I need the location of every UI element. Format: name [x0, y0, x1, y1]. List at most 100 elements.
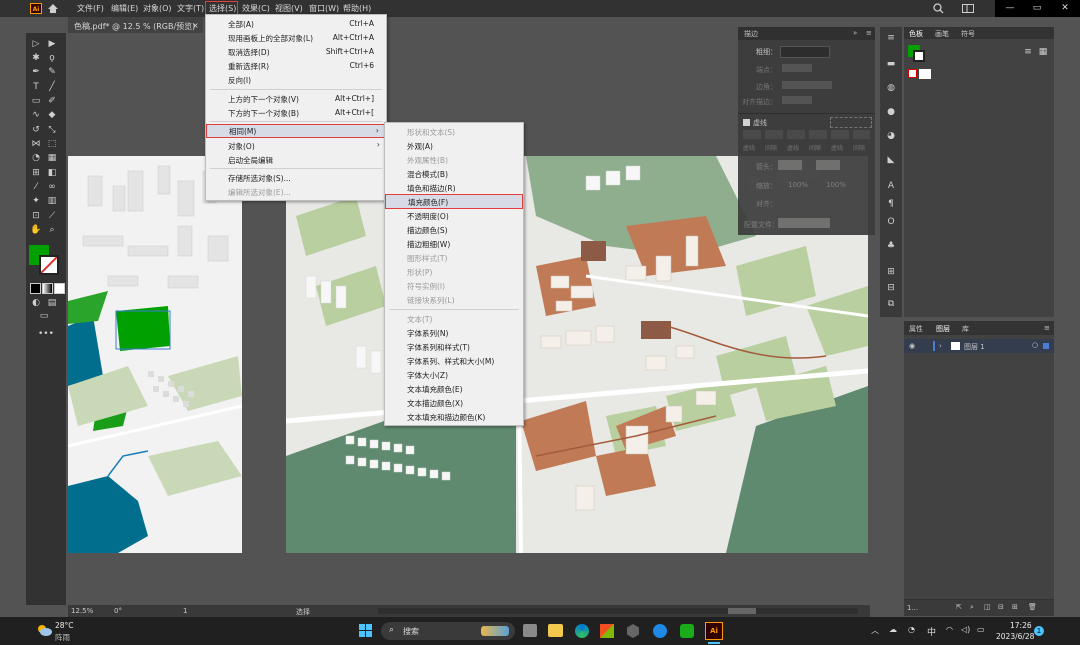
- dash-inputs[interactable]: [743, 130, 870, 140]
- panel-collapse-icon[interactable]: »: [853, 29, 857, 37]
- corner-buttons[interactable]: [782, 81, 832, 89]
- blend-tool-icon[interactable]: ∞: [46, 182, 58, 192]
- submenu-item-font-family-style[interactable]: 字体系列和样式(T): [385, 340, 523, 353]
- menu-file[interactable]: 文件(F): [77, 3, 104, 14]
- width-tool-icon[interactable]: ⋈: [30, 139, 42, 149]
- slice-tool-icon[interactable]: ⟋: [46, 211, 58, 221]
- zoom-level[interactable]: 12.5%: [71, 607, 93, 615]
- paintbrush-icon[interactable]: ✐: [46, 96, 58, 106]
- menu-item-save-selection[interactable]: 存储所选对象(S)...: [206, 171, 386, 184]
- end-arrowhead-select[interactable]: [816, 160, 840, 170]
- submenu-item-text-fill-stroke-color[interactable]: 文本填充和描边颜色(K): [385, 410, 523, 423]
- pen-tool-icon[interactable]: ✒: [30, 67, 42, 77]
- menu-effect[interactable]: 效果(C): [242, 3, 270, 14]
- menu-help[interactable]: 帮助(H): [343, 3, 371, 14]
- submenu-item-font-family[interactable]: 字体系列(N): [385, 326, 523, 339]
- dock-menu-icon[interactable]: ≡: [885, 33, 897, 43]
- search-layer-icon[interactable]: ⌕: [970, 603, 974, 612]
- delete-layer-icon[interactable]: 🗑: [1028, 603, 1037, 611]
- notification-badge[interactable]: 1: [1034, 626, 1044, 636]
- sublayer-icon[interactable]: ⊟: [998, 603, 1004, 611]
- menu-object[interactable]: 对象(O): [143, 3, 172, 14]
- volume-icon[interactable]: ◁): [961, 625, 970, 634]
- swatch-none[interactable]: [908, 69, 917, 78]
- tab-symbols[interactable]: 符号: [961, 29, 975, 39]
- battery-icon[interactable]: ▭: [977, 625, 985, 634]
- menu-item-next-object-below[interactable]: 下方的下一个对象(B) Alt+Ctrl+[: [206, 106, 386, 119]
- menu-item-object[interactable]: 对象(O) ›: [206, 139, 386, 152]
- submenu-item-fill-color[interactable]: 填充颜色(F): [385, 194, 523, 209]
- dash-preset-buttons[interactable]: [830, 117, 872, 128]
- tab-brushes[interactable]: 画笔: [935, 29, 949, 39]
- layers-menu-icon[interactable]: ≡: [1044, 324, 1050, 332]
- minimize-button[interactable]: —: [995, 0, 1025, 17]
- artboard-tool-icon[interactable]: ⊡: [30, 211, 42, 221]
- align-stroke-buttons[interactable]: [782, 96, 812, 104]
- color-icon[interactable]: ●: [885, 107, 897, 117]
- appearance-icon[interactable]: ◍: [885, 83, 897, 93]
- symbols-icon[interactable]: ♣: [885, 241, 897, 251]
- layer-name[interactable]: 图层 1: [964, 342, 985, 352]
- color-mode-icon[interactable]: [30, 283, 41, 294]
- wifi-icon[interactable]: ◠: [946, 625, 953, 634]
- selection-tool-icon[interactable]: ▷: [30, 39, 42, 49]
- close-window-button[interactable]: ✕: [1050, 0, 1080, 17]
- panel-menu-icon[interactable]: ≡: [866, 29, 872, 37]
- opentype-icon[interactable]: O: [885, 217, 897, 227]
- menu-item-select-all-artboard[interactable]: 现用画板上的全部对象(L) Alt+Ctrl+A: [206, 31, 386, 44]
- dashed-checkbox[interactable]: [743, 119, 750, 126]
- tab-libraries[interactable]: 库: [962, 324, 969, 334]
- color-guide-icon[interactable]: ◕: [885, 131, 897, 141]
- workspace-icon[interactable]: [962, 4, 974, 13]
- gradient-mode-icon[interactable]: [42, 283, 53, 294]
- hand-tool-icon[interactable]: ✋: [30, 225, 42, 235]
- layer-row[interactable]: ◉ › 图层 1 ○: [904, 339, 1054, 353]
- maximize-button[interactable]: ▭: [1022, 0, 1052, 17]
- swatch-registration[interactable]: [919, 69, 931, 79]
- tab-layers[interactable]: 图层: [936, 324, 950, 334]
- paragraph-icon[interactable]: ¶: [885, 199, 897, 209]
- more-tools-icon[interactable]: •••: [38, 329, 54, 339]
- tray-chevron-icon[interactable]: ︿: [871, 625, 879, 636]
- export-icon[interactable]: ⇱: [956, 603, 962, 611]
- edge-dev-icon[interactable]: [653, 624, 667, 638]
- file-explorer-icon[interactable]: [548, 624, 563, 637]
- menu-edit[interactable]: 编辑(E): [111, 3, 138, 14]
- menu-item-reselect[interactable]: 重新选择(R) Ctrl+6: [206, 59, 386, 72]
- layer-target-icon[interactable]: ○: [1032, 341, 1038, 349]
- start-scale-value[interactable]: 100%: [788, 181, 808, 189]
- menu-item-deselect[interactable]: 取消选择(D) Shift+Ctrl+A: [206, 45, 386, 58]
- search-icon[interactable]: [933, 3, 944, 14]
- grid-view-icon[interactable]: ▦: [1037, 47, 1049, 57]
- align-icon[interactable]: ⊟: [885, 283, 897, 293]
- speaker-mixer-icon[interactable]: ◔: [908, 625, 915, 634]
- pathfinder-icon[interactable]: ⧉: [885, 299, 897, 309]
- zoom-tool-icon[interactable]: ⌕: [46, 225, 58, 235]
- expand-layer-icon[interactable]: ›: [939, 342, 942, 350]
- visibility-eye-icon[interactable]: ◉: [909, 342, 915, 350]
- submenu-item-text-stroke-color[interactable]: 文本描边颜色(X): [385, 396, 523, 409]
- scrollbar-thumb[interactable]: [728, 608, 756, 614]
- none-mode-icon[interactable]: [54, 283, 65, 294]
- mesh-tool-icon[interactable]: ⊞: [30, 168, 42, 178]
- menu-item-inverse[interactable]: 反向(I): [206, 73, 386, 86]
- menu-item-global-edit[interactable]: 启动全局编辑: [206, 153, 386, 166]
- mask-icon[interactable]: ◫: [984, 603, 991, 611]
- submenu-item-text-fill-color[interactable]: 文本填充颜色(E): [385, 382, 523, 395]
- swatch-stroke-preview[interactable]: [913, 50, 925, 62]
- artboard-number[interactable]: 1: [183, 607, 187, 615]
- menu-view[interactable]: 视图(V): [275, 3, 303, 14]
- artboard-left[interactable]: [68, 156, 242, 553]
- submenu-item-blending-mode[interactable]: 混合模式(B): [385, 167, 523, 180]
- clock-date[interactable]: 2023/6/28: [996, 632, 1034, 641]
- screen-mode-icon[interactable]: ▤: [46, 298, 58, 308]
- symbol-sprayer-icon[interactable]: ✦: [30, 196, 42, 206]
- gradient-tool-icon[interactable]: ◧: [46, 168, 58, 178]
- eyedropper-icon[interactable]: ⁄: [30, 182, 42, 192]
- tab-swatches[interactable]: 色板: [909, 29, 923, 39]
- stroke-swatch[interactable]: [39, 255, 59, 275]
- submenu-item-font-size[interactable]: 字体大小(Z): [385, 368, 523, 381]
- edge-browser-icon[interactable]: [575, 624, 589, 638]
- stroke-weight-input[interactable]: [780, 46, 830, 58]
- shape-builder-icon[interactable]: ◔: [30, 153, 42, 163]
